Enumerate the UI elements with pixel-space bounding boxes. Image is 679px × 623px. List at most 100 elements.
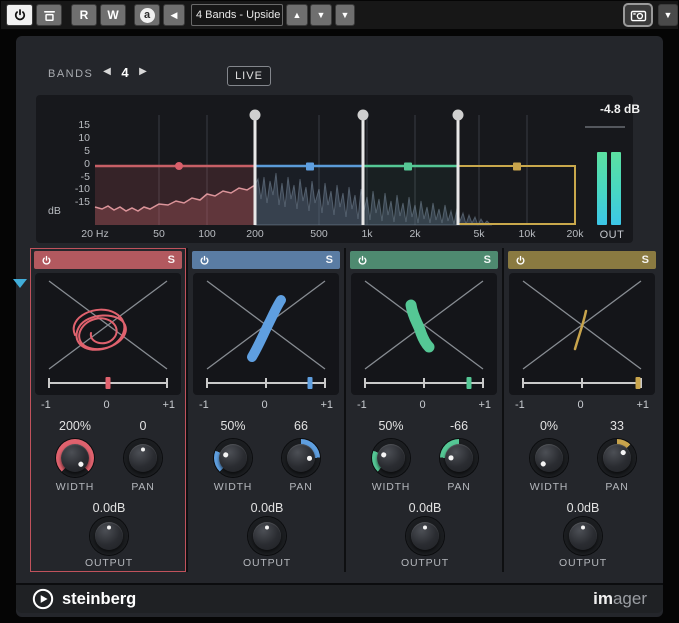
db-tick: -15 <box>58 196 90 208</box>
steinberg-circle-icon <box>32 588 54 610</box>
pan-slider[interactable] <box>522 377 642 389</box>
band3-gain-handle[interactable] <box>404 163 412 171</box>
pan-scale: -10+1 <box>193 399 339 411</box>
band4-gain-handle[interactable] <box>513 163 521 171</box>
plugin-power-button[interactable] <box>6 4 33 26</box>
live-button[interactable]: LIVE <box>227 66 271 86</box>
band-panel-1[interactable]: S <box>30 248 186 572</box>
output-value: 0.0dB <box>551 501 615 515</box>
freq-tick: 1k <box>347 228 387 240</box>
output-knob[interactable] <box>90 517 128 555</box>
bands-increment-button[interactable]: ▶ <box>136 66 150 77</box>
pan-knob[interactable] <box>598 439 636 477</box>
band-power-icon[interactable] <box>357 255 368 266</box>
output-label: OUTPUT <box>393 557 457 569</box>
vectorscope <box>35 273 181 395</box>
db-tick: -10 <box>58 183 90 195</box>
brand-name: steinberg <box>62 590 136 609</box>
spectrum-analyzer[interactable]: 15 10 5 0 -5 -10 -15 dB 20 Hz 50 100 200… <box>36 95 633 243</box>
pan-slider-handle[interactable] <box>106 377 111 389</box>
band2-gain-handle[interactable] <box>306 163 314 171</box>
up-arrow-icon: ▲ <box>293 10 302 20</box>
product-name: imager <box>593 589 647 609</box>
pan-slider[interactable] <box>206 377 326 389</box>
write-automation-button[interactable]: W <box>100 4 126 26</box>
read-automation-button[interactable]: R <box>71 4 97 26</box>
db-tick: 10 <box>58 132 90 144</box>
band-strip: S <box>30 248 660 572</box>
solo-button[interactable]: S <box>642 254 649 266</box>
pan-slider-handle[interactable] <box>307 377 312 389</box>
chevron-down-icon: ▼ <box>664 10 673 20</box>
scope-scribble <box>575 311 586 349</box>
pan-knob[interactable] <box>124 439 162 477</box>
pan-slider[interactable] <box>48 377 168 389</box>
bands-decrement-button[interactable]: ◀ <box>100 66 114 77</box>
output-knob[interactable] <box>564 517 602 555</box>
width-knob[interactable] <box>214 439 252 477</box>
pan-value: 66 <box>269 419 333 433</box>
db-tick: -5 <box>58 171 90 183</box>
output-level-readout: -4.8 dB <box>566 102 640 116</box>
vectorscope <box>509 273 655 395</box>
band-power-icon[interactable] <box>515 255 526 266</box>
pan-value: -66 <box>427 419 491 433</box>
band-panel-4[interactable]: S <box>504 248 660 572</box>
pan-knob[interactable] <box>282 439 320 477</box>
pan-slider[interactable] <box>364 377 484 389</box>
band4-gain-box[interactable] <box>458 166 575 224</box>
output-label: OUTPUT <box>551 557 615 569</box>
freq-tick: 100 <box>187 228 227 240</box>
scope-scribble <box>74 310 126 350</box>
band-power-icon[interactable] <box>199 255 210 266</box>
spectrum-graph <box>36 95 633 243</box>
solo-button[interactable]: S <box>484 254 491 266</box>
width-knob[interactable] <box>372 439 410 477</box>
bands-count: 4 <box>114 65 136 80</box>
window-menu-button[interactable]: ▼ <box>658 4 678 26</box>
width-knob[interactable] <box>56 439 94 477</box>
power-icon <box>13 8 27 22</box>
left-arrow-icon: ◀ <box>171 10 178 21</box>
output-meter-left <box>597 152 607 225</box>
width-label: WIDTH <box>517 481 581 493</box>
toolbar: R W a ◀ 4 Bands - Upside Down ▲ ▼ ▼ <box>1 1 678 29</box>
copy-ab-button[interactable]: ◀ <box>163 4 185 26</box>
db-tick: 15 <box>58 119 90 131</box>
switch-ab-button[interactable]: a <box>134 4 160 26</box>
bands-label: BANDS <box>48 68 93 80</box>
write-label: W <box>107 8 118 22</box>
pan-slider-handle[interactable] <box>467 377 472 389</box>
output-knob[interactable] <box>248 517 286 555</box>
bypass-button[interactable] <box>36 4 62 26</box>
output-divider <box>585 126 625 128</box>
width-knob[interactable] <box>530 439 568 477</box>
width-value: 0% <box>517 419 581 433</box>
next-preset-button[interactable]: ▼ <box>310 4 332 26</box>
band1-gain-handle[interactable] <box>175 162 183 170</box>
solo-button[interactable]: S <box>326 254 333 266</box>
collapse-button[interactable] <box>12 276 28 290</box>
band-panel-2[interactable]: S <box>188 248 344 572</box>
output-meter-right <box>611 152 621 225</box>
snapshot-button[interactable] <box>623 3 653 27</box>
pan-scale: -10+1 <box>351 399 497 411</box>
band-header: S <box>192 251 340 269</box>
preset-menu-button[interactable]: ▼ <box>335 4 355 26</box>
pan-slider-handle[interactable] <box>636 377 641 389</box>
freq-tick: 500 <box>299 228 339 240</box>
preset-name-field[interactable]: 4 Bands - Upside Down <box>191 4 283 26</box>
freq-tick: 20 Hz <box>75 228 115 240</box>
pan-knob[interactable] <box>440 439 478 477</box>
width-value: 50% <box>359 419 423 433</box>
vectorscope <box>193 273 339 395</box>
previous-preset-button[interactable]: ▲ <box>286 4 308 26</box>
output-knob[interactable] <box>406 517 444 555</box>
solo-button[interactable]: S <box>168 254 175 266</box>
band-panel-3[interactable]: S <box>346 248 502 572</box>
band-header: S <box>350 251 498 269</box>
width-value: 50% <box>201 419 265 433</box>
band-power-icon[interactable] <box>41 255 52 266</box>
band-header: S <box>34 251 182 269</box>
chevron-down-icon: ▼ <box>341 10 350 20</box>
